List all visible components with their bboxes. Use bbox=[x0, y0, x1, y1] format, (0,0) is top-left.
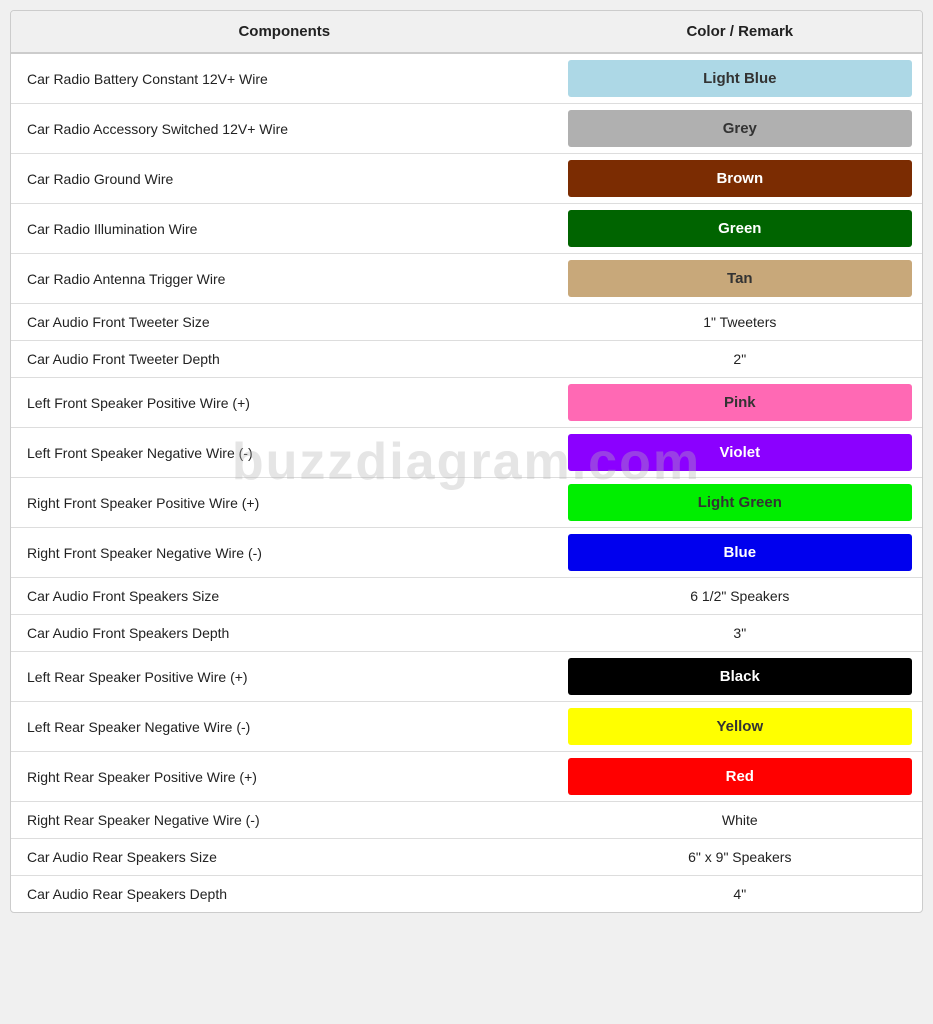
color-cell-container: Grey bbox=[558, 104, 922, 154]
plain-text-cell: 3" bbox=[568, 623, 912, 643]
table-row: Car Audio Front Tweeter Depth 2" bbox=[11, 341, 922, 378]
table-row: Right Rear Speaker Positive Wire (+) Red bbox=[11, 752, 922, 802]
color-cell-container: Brown bbox=[558, 154, 922, 204]
table-row: Car Radio Ground Wire Brown bbox=[11, 154, 922, 204]
color-cell-container: Red bbox=[558, 752, 922, 802]
table-header-row: Components Color / Remark bbox=[11, 11, 922, 53]
table-row: Right Front Speaker Negative Wire (-) Blu… bbox=[11, 528, 922, 578]
table-row: Left Rear Speaker Positive Wire (+) Black bbox=[11, 652, 922, 702]
color-cell-container: Green bbox=[558, 204, 922, 254]
color-cell: Light Blue bbox=[568, 60, 912, 97]
component-cell: Left Rear Speaker Negative Wire (-) bbox=[11, 702, 558, 752]
table-row: Car Audio Rear Speakers Depth 4" bbox=[11, 876, 922, 913]
color-cell: Violet bbox=[568, 434, 912, 471]
component-cell: Right Rear Speaker Positive Wire (+) bbox=[11, 752, 558, 802]
color-cell: Grey bbox=[568, 110, 912, 147]
component-cell: Car Audio Front Speakers Depth bbox=[11, 615, 558, 652]
color-cell: Brown bbox=[568, 160, 912, 197]
component-cell: Right Front Speaker Negative Wire (-) bbox=[11, 528, 558, 578]
color-cell-container: 2" bbox=[558, 341, 922, 378]
component-cell: Car Radio Illumination Wire bbox=[11, 204, 558, 254]
component-cell: Car Radio Ground Wire bbox=[11, 154, 558, 204]
plain-text-cell: 6" x 9" Speakers bbox=[568, 847, 912, 867]
component-cell: Car Radio Battery Constant 12V+ Wire bbox=[11, 53, 558, 104]
table-row: Car Radio Antenna Trigger Wire Tan bbox=[11, 254, 922, 304]
color-cell-container: 3" bbox=[558, 615, 922, 652]
component-cell: Car Audio Rear Speakers Size bbox=[11, 839, 558, 876]
table-row: Car Radio Accessory Switched 12V+ Wire Gr… bbox=[11, 104, 922, 154]
table-row: Right Front Speaker Positive Wire (+) Lig… bbox=[11, 478, 922, 528]
color-cell: Pink bbox=[568, 384, 912, 421]
plain-text-cell: White bbox=[568, 810, 912, 830]
color-cell: Green bbox=[568, 210, 912, 247]
table-row: Car Radio Battery Constant 12V+ Wire Ligh… bbox=[11, 53, 922, 104]
component-cell: Car Audio Front Tweeter Depth bbox=[11, 341, 558, 378]
color-cell: Red bbox=[568, 758, 912, 795]
table-row: Left Front Speaker Positive Wire (+) Pink bbox=[11, 378, 922, 428]
components-header: Components bbox=[11, 11, 558, 53]
color-cell: Tan bbox=[568, 260, 912, 297]
plain-text-cell: 1" Tweeters bbox=[568, 312, 912, 332]
color-cell: Light Green bbox=[568, 484, 912, 521]
color-cell-container: Tan bbox=[558, 254, 922, 304]
component-cell: Car Audio Front Speakers Size bbox=[11, 578, 558, 615]
component-cell: Car Radio Accessory Switched 12V+ Wire bbox=[11, 104, 558, 154]
plain-text-cell: 4" bbox=[568, 884, 912, 904]
component-cell: Car Radio Antenna Trigger Wire bbox=[11, 254, 558, 304]
table-row: Left Front Speaker Negative Wire (-) Viol… bbox=[11, 428, 922, 478]
color-cell: Yellow bbox=[568, 708, 912, 745]
component-cell: Left Rear Speaker Positive Wire (+) bbox=[11, 652, 558, 702]
plain-text-cell: 6 1/2" Speakers bbox=[568, 586, 912, 606]
table-body: Car Radio Battery Constant 12V+ Wire Ligh… bbox=[11, 53, 922, 912]
table-row: Right Rear Speaker Negative Wire (-) Whit… bbox=[11, 802, 922, 839]
table-row: Car Radio Illumination Wire Green bbox=[11, 204, 922, 254]
color-remark-header: Color / Remark bbox=[558, 11, 922, 53]
color-cell-container: Light Green bbox=[558, 478, 922, 528]
color-cell-container: Light Blue bbox=[558, 53, 922, 104]
component-cell: Right Front Speaker Positive Wire (+) bbox=[11, 478, 558, 528]
component-cell: Left Front Speaker Negative Wire (-) bbox=[11, 428, 558, 478]
table-row: Car Audio Front Tweeter Size 1" Tweeters bbox=[11, 304, 922, 341]
color-cell-container: Black bbox=[558, 652, 922, 702]
table-row: Car Audio Rear Speakers Size 6" x 9" Spea… bbox=[11, 839, 922, 876]
table-row: Left Rear Speaker Negative Wire (-) Yello… bbox=[11, 702, 922, 752]
table-row: Car Audio Front Speakers Size 6 1/2" Spea… bbox=[11, 578, 922, 615]
component-cell: Right Rear Speaker Negative Wire (-) bbox=[11, 802, 558, 839]
component-cell: Car Audio Front Tweeter Size bbox=[11, 304, 558, 341]
color-cell: Blue bbox=[568, 534, 912, 571]
color-cell-container: 6 1/2" Speakers bbox=[558, 578, 922, 615]
color-cell-container: 4" bbox=[558, 876, 922, 913]
color-cell-container: 6" x 9" Speakers bbox=[558, 839, 922, 876]
plain-text-cell: 2" bbox=[568, 349, 912, 369]
table-row: Car Audio Front Speakers Depth 3" bbox=[11, 615, 922, 652]
component-cell: Left Front Speaker Positive Wire (+) bbox=[11, 378, 558, 428]
color-cell-container: Violet bbox=[558, 428, 922, 478]
color-cell: Black bbox=[568, 658, 912, 695]
color-cell-container: Pink bbox=[558, 378, 922, 428]
color-cell-container: White bbox=[558, 802, 922, 839]
main-table-wrapper: buzzdiagram.com Components Color / Remar… bbox=[10, 10, 923, 913]
component-cell: Car Audio Rear Speakers Depth bbox=[11, 876, 558, 913]
color-cell-container: Blue bbox=[558, 528, 922, 578]
color-cell-container: 1" Tweeters bbox=[558, 304, 922, 341]
color-cell-container: Yellow bbox=[558, 702, 922, 752]
wiring-table: Components Color / Remark Car Radio Batt… bbox=[11, 11, 922, 912]
